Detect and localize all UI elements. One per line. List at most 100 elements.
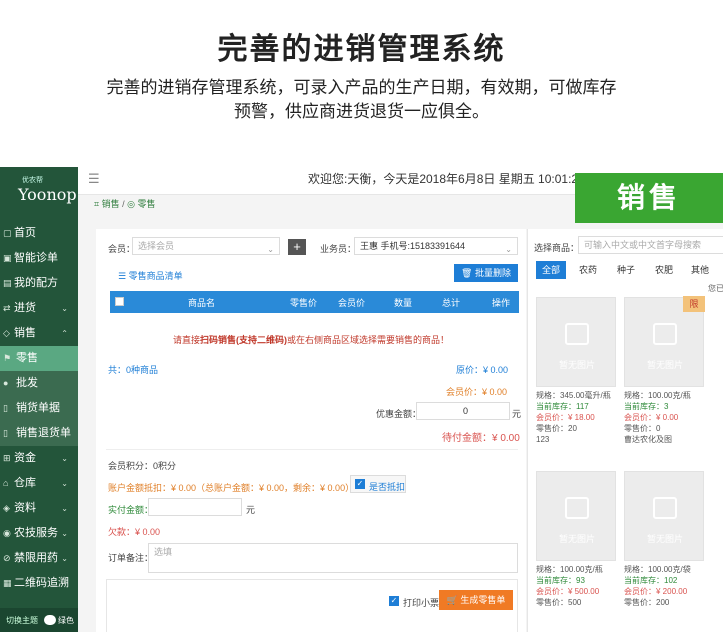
formula-icon: ▤ — [3, 278, 12, 288]
product-extra: 曹达农化及图 — [624, 435, 672, 444]
paid-amount-input[interactable] — [148, 498, 242, 516]
chevron-down-icon: ⌄ — [61, 504, 68, 513]
image-icon — [653, 497, 677, 519]
product-retail-price: 零售价：500 — [536, 598, 582, 607]
tab-pesticide[interactable]: 农药 — [572, 261, 604, 279]
owed-amount: 欠款：¥ 0.00 — [108, 527, 161, 537]
sidebar-item-data[interactable]: ◈ 资料 ⌄ — [0, 496, 78, 521]
sales-icon: ◇ — [3, 328, 10, 338]
sidebar-item-wholesale[interactable]: ● 批发 — [0, 371, 78, 396]
sidebar-item-retail[interactable]: ⚑ 零售 — [0, 346, 78, 371]
sidebar-item-sales-orders[interactable]: ▯ 销货单据 — [0, 396, 78, 421]
product-spec: 规格：100.00克/袋 — [624, 565, 691, 574]
sidebar-item-qr-trace[interactable]: ▦ 二维码追溯 — [0, 571, 78, 596]
product-card[interactable]: 暂无图片 规格：345.00毫升/瓶 当前库存：117 会员价：¥ 18.00 … — [536, 297, 618, 445]
print-label: 打印小票 — [403, 598, 440, 608]
deduction-toggle[interactable]: ✓ 是否抵扣 — [350, 475, 406, 493]
tab-other[interactable]: 其他 — [684, 261, 716, 279]
salesperson-select[interactable]: 王惠 手机号:15183391644 ⌄ — [354, 237, 518, 255]
sidebar-nav: ▢ 首页 ▣ 智能诊单 ▤ 我的配方 ⇄ 进货 ⌄ ◇ 销售 ⌃ ⚑ 零售 ● 批发 ▯ 销货单据 … — [0, 221, 78, 596]
original-price: 原价：¥ 0.00 — [456, 365, 509, 375]
member-price-total: 会员价：¥ 0.00 — [446, 387, 508, 397]
chevron-down-icon: ⌄ — [61, 454, 68, 463]
chevron-down-icon: ⌄ — [61, 304, 68, 313]
sidebar-item-sales-return[interactable]: ▯ 销售退货单 — [0, 421, 78, 446]
hero-title: 完善的进销管理系统 — [217, 33, 506, 66]
sidebar-item-banned-drugs[interactable]: ⊘ 禁限用药 ⌄ — [0, 546, 78, 571]
theme-value: 绿色 — [58, 616, 74, 625]
print-checkbox[interactable]: ✓ — [389, 596, 399, 606]
sidebar: 优农帮 Yoonop ▢ 首页 ▣ 智能诊单 ▤ 我的配方 ⇄ 进货 ⌄ ◇ 销售 ⌃ ⚑ 零售… — [0, 167, 78, 632]
table-header: 商品名 零售价 会员价 数量 总计 操作 — [110, 291, 519, 313]
sidebar-item-warehouse[interactable]: ⌂ 仓库 ⌄ — [0, 471, 78, 496]
breadcrumb-separator: / — [122, 199, 125, 209]
member-select[interactable]: 选择会员 ⌄ — [132, 237, 280, 255]
product-member-price: 会员价：¥ 500.00 — [536, 587, 600, 596]
discount-input[interactable]: 0 — [416, 402, 510, 420]
product-extra: 123 — [536, 435, 550, 444]
menu-toggle-icon[interactable]: ☰ — [88, 171, 100, 187]
product-card[interactable]: 暂无图片 限 规格：100.00克/瓶 当前库存：3 会员价：¥ 0.00 零售… — [624, 296, 706, 445]
tab-seeds[interactable]: 种子 — [610, 261, 642, 279]
product-stock: 当前库存：117 — [536, 402, 589, 411]
col-total: 总计 — [442, 298, 461, 308]
product-search-input[interactable]: 可输入中文或中文首字母搜索 — [578, 236, 723, 254]
theme-toggle[interactable] — [44, 615, 56, 625]
product-stock: 当前库存：3 — [624, 402, 669, 411]
sidebar-item-agritech[interactable]: ◉ 农技服务 ⌄ — [0, 521, 78, 546]
hero-description: 完善的进销存管理系统，可录入产品的生产日期，有效期，可做库存 预警，供应商进货退… — [0, 76, 723, 124]
product-panel: 选择商品： 可输入中文或中文首字母搜索 全部 农药 种子 农肥 其他 您已 暂无… — [527, 229, 723, 632]
account-deduction: 账户金额抵扣：¥ 0.00（总账户金额：¥ 0.00，剩余：¥ 0.00）， — [108, 483, 359, 493]
chevron-down-icon: ⌄ — [61, 529, 68, 538]
paid-label: 实付金额： — [108, 505, 154, 515]
product-member-price: 会员价：¥ 0.00 — [624, 413, 679, 422]
batch-delete-button[interactable]: 🗑 批量删除 — [454, 264, 518, 282]
sidebar-item-sales[interactable]: ◇ 销售 ⌃ — [0, 321, 78, 346]
diagnosis-icon: ▣ — [3, 253, 12, 263]
salesperson-value: 王惠 手机号:15183391644 — [360, 241, 466, 251]
retail-icon: ⚑ — [3, 353, 12, 363]
tab-fertilizer[interactable]: 农肥 — [648, 261, 680, 279]
hero-desc-line2: 预警，供应商进货退货一应俱全。 — [234, 102, 489, 121]
col-quantity: 数量 — [394, 298, 413, 308]
theme-label: 切换主题 — [6, 616, 38, 625]
total-items: 共：0种商品 — [108, 365, 159, 375]
image-icon — [565, 323, 589, 345]
return-icon: ▯ — [3, 428, 8, 438]
generate-order-button[interactable]: 🛒 生成零售单 — [439, 590, 513, 610]
add-member-button[interactable]: + — [288, 239, 306, 255]
banned-icon: ⊘ — [3, 553, 11, 563]
product-member-price: 会员价：¥ 200.00 — [624, 587, 688, 596]
image-icon — [565, 497, 589, 519]
product-card[interactable]: 暂无图片 规格：100.00克/袋 当前库存：102 会员价：¥ 200.00 … — [624, 471, 706, 608]
chevron-down-icon: ⌄ — [267, 245, 274, 254]
purchase-icon: ⇄ — [3, 303, 11, 313]
theme-switcher: 切换主题 绿色 — [0, 608, 78, 632]
product-image-placeholder: 暂无图片 限 — [624, 296, 705, 387]
sidebar-item-funds[interactable]: ⊞ 资金 ⌄ — [0, 446, 78, 471]
footer-actions: ✓ 打印小票 🛒 生成零售单 — [106, 579, 518, 632]
payable-amount: 待付金额：¥ 0.00 — [442, 433, 520, 444]
breadcrumb-sales[interactable]: 销售 — [102, 199, 120, 209]
welcome-text: 欢迎您:天衡，今天是2018年6月8日 星期五 10:01:21 — [308, 172, 585, 186]
sidebar-item-formula[interactable]: ▤ 我的配方 — [0, 271, 78, 296]
product-search-label: 选择商品： — [534, 243, 580, 253]
col-actions: 操作 — [492, 298, 511, 308]
product-image-placeholder: 暂无图片 — [536, 297, 616, 387]
select-all-checkbox[interactable] — [115, 297, 124, 306]
product-card[interactable]: 暂无图片 规格：100.00克/瓶 当前库存：93 会员价：¥ 500.00 零… — [536, 471, 618, 608]
deduction-toggle-label: 是否抵扣 — [369, 482, 406, 492]
sidebar-item-home[interactable]: ▢ 首页 — [0, 221, 78, 246]
discount-unit: 元 — [512, 409, 522, 419]
hero-desc-line1: 完善的进销存管理系统，可录入产品的生产日期，有效期，可做库存 — [106, 78, 617, 97]
sidebar-item-purchase[interactable]: ⇄ 进货 ⌄ — [0, 296, 78, 321]
cart-icon: 🛒 — [446, 595, 461, 605]
product-stock: 当前库存：102 — [624, 576, 678, 585]
agritech-icon: ◉ — [3, 528, 11, 538]
col-product-name: 商品名 — [188, 298, 216, 308]
sidebar-item-diagnosis[interactable]: ▣ 智能诊单 — [0, 246, 78, 271]
tab-all[interactable]: 全部 — [536, 261, 566, 279]
logo: 优农帮 Yoonop — [10, 175, 77, 209]
remark-input[interactable]: 选填 — [148, 543, 518, 573]
retail-form-panel: 会员： 选择会员 ⌄ + 业务员： 王惠 手机号:15183391644 ⌄ ☰… — [96, 229, 526, 632]
